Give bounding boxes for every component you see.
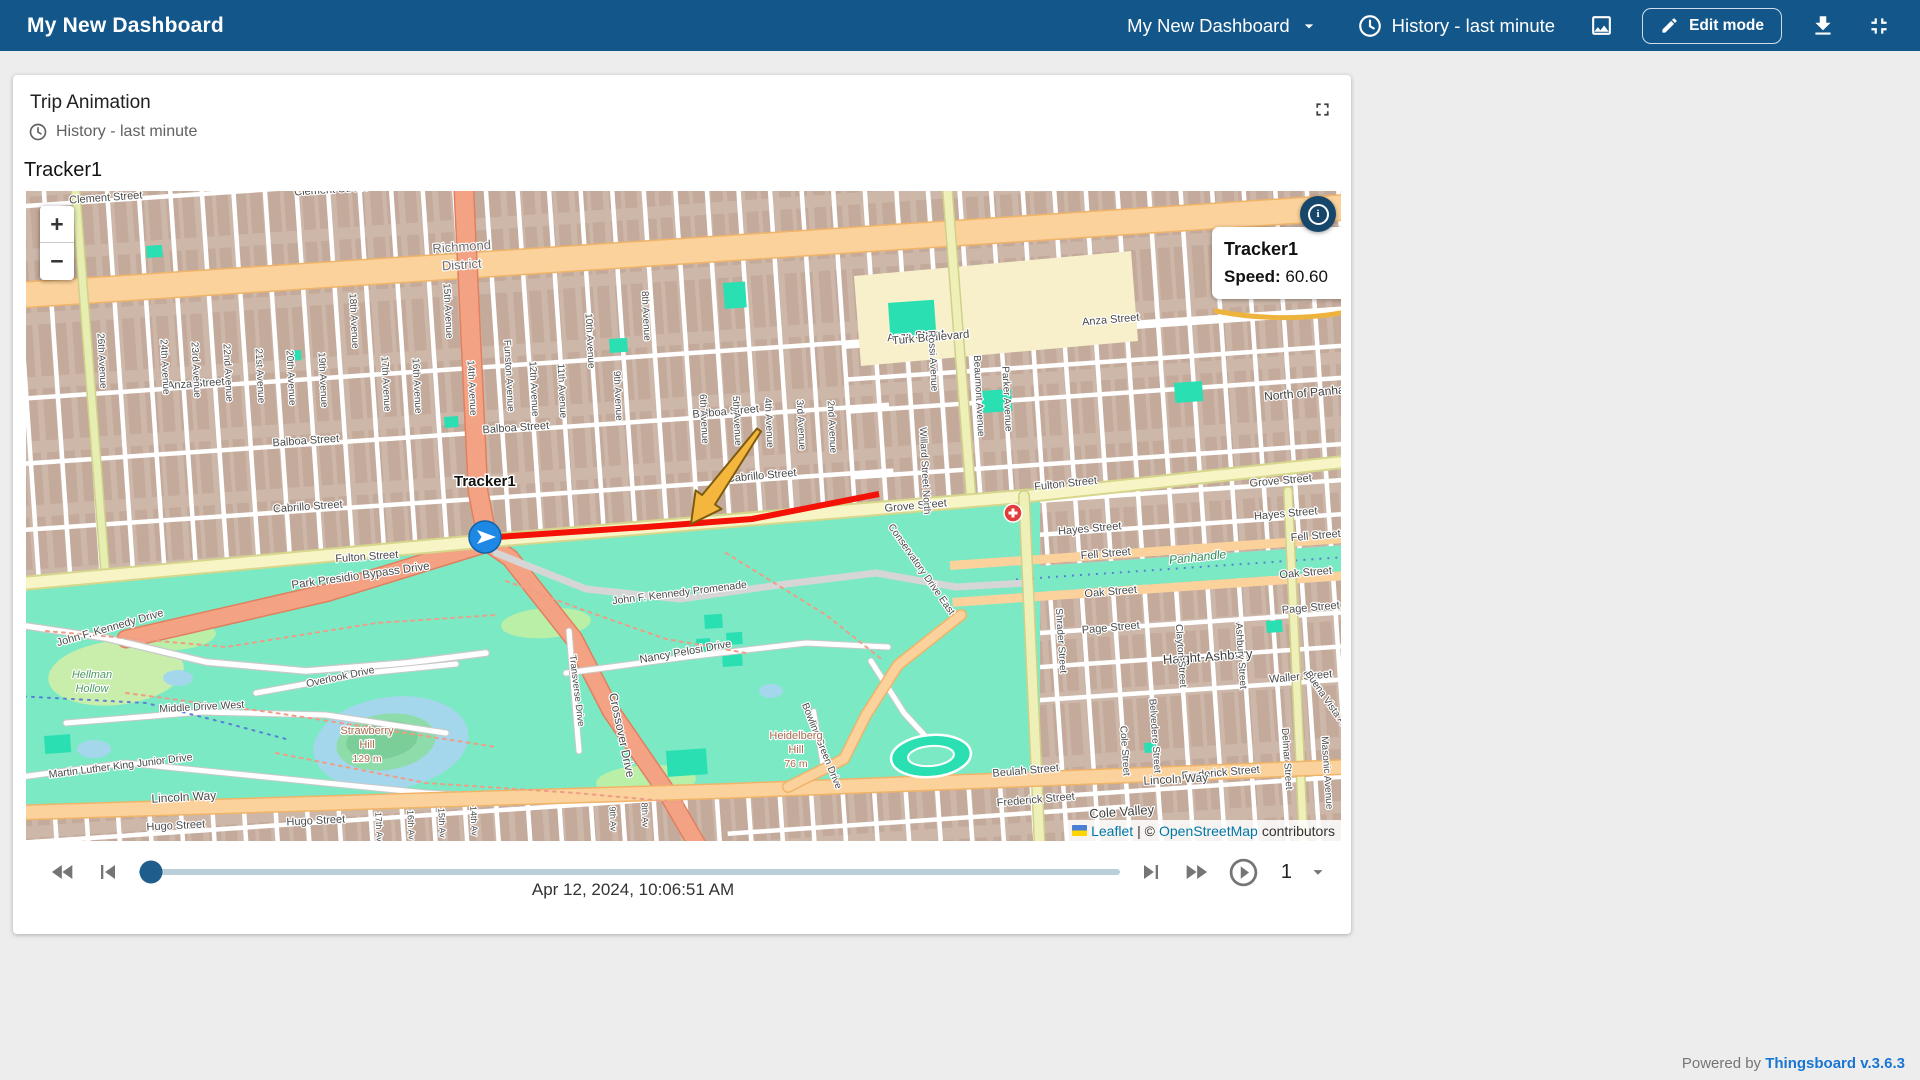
fullscreen-exit-icon <box>1866 13 1892 39</box>
tooltip-speed-row: Speed: 60.60 <box>1224 264 1341 290</box>
edit-mode-label: Edit mode <box>1689 17 1764 35</box>
svg-text:14th Av: 14th Av <box>468 806 480 837</box>
export-dashboard-button[interactable] <box>1808 11 1838 41</box>
map-zoom-control: + − <box>40 206 74 280</box>
leaflet-link[interactable]: Leaflet <box>1091 823 1133 839</box>
tracker-marker-label: Tracker1 <box>454 473 516 490</box>
map-info-button[interactable]: i <box>1300 196 1336 232</box>
chevron-down-icon <box>1299 16 1319 36</box>
info-icon: i <box>1308 204 1329 225</box>
attribution-suffix: contributors <box>1262 823 1335 839</box>
ukraine-flag-icon <box>1072 825 1087 836</box>
playback-speed-select[interactable]: 1 <box>1281 861 1329 884</box>
chevron-down-icon <box>1307 861 1329 883</box>
slider-track[interactable] <box>139 869 1120 875</box>
image-icon <box>1589 13 1614 38</box>
svg-text:Heidelberg: Heidelberg <box>769 730 822 742</box>
svg-text:8th Av: 8th Av <box>639 802 650 828</box>
entity-label: Tracker1 <box>24 159 102 182</box>
map-canvas[interactable]: Clement StreetClement StreetRichmondDist… <box>26 191 1341 841</box>
clock-icon <box>28 122 48 142</box>
powered-by: Powered by Thingsboard v.3.6.3 <box>1682 1055 1905 1072</box>
osm-link[interactable]: OpenStreetMap <box>1159 823 1258 839</box>
zoom-out-button[interactable]: − <box>40 243 74 280</box>
page-title: My New Dashboard <box>27 14 224 38</box>
svg-text:District: District <box>441 256 482 274</box>
zoom-in-button[interactable]: + <box>40 206 74 243</box>
tracker-tooltip: Tracker1 Speed: 60.60 <box>1212 227 1341 299</box>
timewindow-label: History - last minute <box>1392 15 1555 37</box>
download-icon <box>1810 13 1836 39</box>
widget-timewindow-label: History - last minute <box>56 123 197 141</box>
svg-text:Hill: Hill <box>788 744 803 756</box>
playback-speed-value: 1 <box>1281 861 1292 884</box>
svg-text:Hill: Hill <box>359 739 374 751</box>
timewindow-button[interactable]: History - last minute <box>1351 12 1561 40</box>
svg-text:17th Av: 17th Av <box>373 812 385 841</box>
attribution-separator: | © <box>1137 823 1155 839</box>
screenshot-button[interactable] <box>1587 11 1616 40</box>
svg-text:Hellman: Hellman <box>72 669 112 681</box>
dashboard-toolbar: My New Dashboard My New Dashboard Histor… <box>0 0 1920 51</box>
exit-fullscreen-button[interactable] <box>1864 11 1894 41</box>
fullscreen-icon <box>1312 99 1333 120</box>
svg-text:76 m: 76 m <box>784 758 808 770</box>
map-container[interactable]: Clement StreetClement StreetRichmondDist… <box>26 191 1341 841</box>
map-attribution: Leaflet | © OpenStreetMap contributors <box>1066 820 1341 841</box>
svg-text:9th Av: 9th Av <box>607 806 618 832</box>
svg-text:Strawberry: Strawberry <box>340 725 394 737</box>
hospital-icon <box>1004 504 1022 522</box>
svg-text:Hollow: Hollow <box>75 683 109 695</box>
widget-title: Trip Animation <box>30 92 151 114</box>
svg-text:16th Av: 16th Av <box>405 810 417 841</box>
svg-text:129 m: 129 m <box>352 753 381 765</box>
thingsboard-version-link[interactable]: Thingsboard v.3.6.3 <box>1765 1055 1905 1072</box>
timeline-timestamp: Apr 12, 2024, 10:06:51 AM <box>13 880 1253 900</box>
dashboard-select[interactable]: My New Dashboard <box>1121 14 1324 38</box>
tracker-marker[interactable] <box>469 521 501 553</box>
clock-icon <box>1357 13 1383 39</box>
widget-fullscreen-button[interactable] <box>1312 99 1333 123</box>
powered-by-label: Powered by <box>1682 1055 1761 1072</box>
trip-animation-widget: Trip Animation History - last minute Tra… <box>13 75 1351 934</box>
svg-text:15th Av: 15th Av <box>436 808 448 839</box>
pencil-icon <box>1660 16 1679 35</box>
edit-mode-button[interactable]: Edit mode <box>1642 8 1782 44</box>
widget-timewindow[interactable]: History - last minute <box>28 122 197 142</box>
dashboard-select-label: My New Dashboard <box>1127 15 1289 37</box>
tooltip-tracker-name: Tracker1 <box>1224 236 1341 264</box>
